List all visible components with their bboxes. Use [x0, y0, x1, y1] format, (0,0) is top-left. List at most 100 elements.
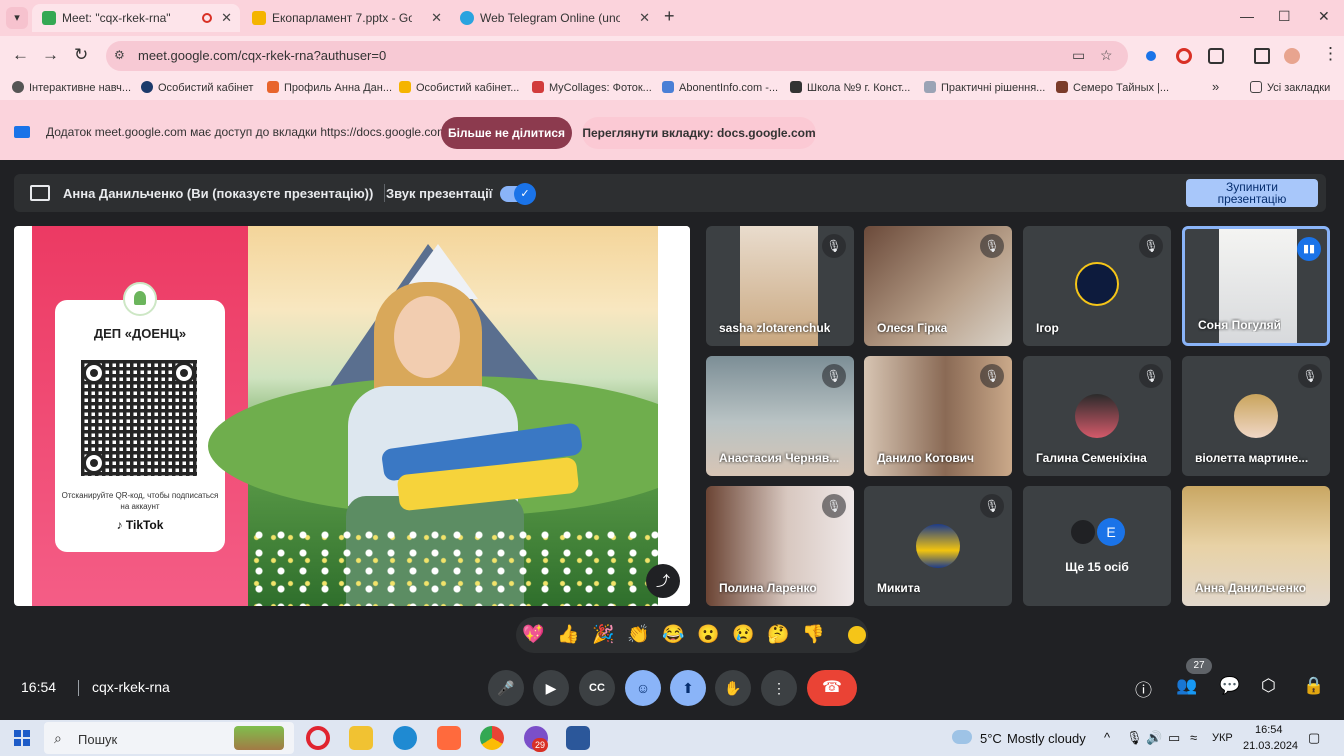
tray-mic-icon[interactable]: 🎙: [1126, 730, 1143, 746]
back-icon[interactable]: ←: [12, 45, 29, 65]
camera-button[interactable]: ▶: [533, 670, 569, 706]
opera-icon[interactable]: [1176, 48, 1192, 64]
maximize-button[interactable]: ☐: [1278, 8, 1291, 25]
close-window-button[interactable]: ✕: [1318, 8, 1330, 25]
bookmarks-overflow-icon[interactable]: »: [1212, 79, 1219, 94]
new-tab-button[interactable]: +: [664, 6, 675, 27]
tab-telegram[interactable]: Web Telegram Online (unoffici ✕: [450, 4, 658, 32]
reload-icon[interactable]: ↻: [74, 45, 88, 65]
taskbar-date[interactable]: 21.03.2024: [1243, 740, 1298, 752]
opera-icon[interactable]: [306, 726, 330, 750]
weather-desc[interactable]: Mostly cloudy: [1007, 731, 1086, 746]
bookmark-item[interactable]: Практичні рішення...: [924, 81, 1045, 94]
bookmark-item[interactable]: Особистий кабінет...: [399, 81, 519, 94]
edge-icon[interactable]: [393, 726, 417, 750]
reaction-laugh[interactable]: 😂: [662, 624, 684, 645]
presentation-sound-toggle[interactable]: ✓: [500, 183, 536, 205]
reaction-thumbs-up[interactable]: 👍: [557, 624, 579, 645]
word-icon[interactable]: [566, 726, 590, 750]
network-icon[interactable]: ▭: [1168, 730, 1180, 746]
more-participants-tile[interactable]: E Ще 15 осіб: [1023, 486, 1171, 606]
language-indicator[interactable]: УКР: [1212, 732, 1233, 744]
notifications-icon[interactable]: ▢: [1308, 730, 1320, 746]
reaction-party[interactable]: 🎉: [592, 624, 614, 645]
host-controls-icon[interactable]: 🔒: [1303, 676, 1324, 696]
address-bar[interactable]: ⚙ meet.google.com/cqx-rkek-rna?authuser=…: [106, 41, 1128, 71]
participant-tile[interactable]: 🎙 Микита: [864, 486, 1012, 606]
reaction-thumbs-down[interactable]: 👎: [802, 624, 824, 645]
close-icon[interactable]: ✕: [639, 4, 650, 32]
activities-icon[interactable]: ⬡: [1261, 676, 1276, 696]
reaction-sad[interactable]: 😢: [732, 624, 754, 645]
bookmark-item[interactable]: AbonentInfo.com -...: [662, 81, 778, 94]
windows-start-icon[interactable]: [14, 730, 30, 746]
reaction-heart[interactable]: 💖: [522, 624, 544, 645]
bookmark-star-icon[interactable]: ☆: [1100, 47, 1113, 64]
participant-tile[interactable]: 🎙 Галина Семеніхіна: [1023, 356, 1171, 476]
site-info-icon[interactable]: ⚙: [114, 48, 125, 62]
bookmark-item[interactable]: Особистий кабінет: [141, 81, 253, 94]
tray-chevron-icon[interactable]: ^: [1104, 730, 1110, 745]
tab-slides[interactable]: Екопарламент 7.pptx - Goo ✕: [242, 4, 450, 32]
file-explorer-icon[interactable]: [349, 726, 373, 750]
volume-icon[interactable]: 🔊: [1146, 730, 1162, 746]
stop-sharing-button[interactable]: Більше не ділитися: [441, 117, 572, 149]
more-options-button[interactable]: ⋮: [761, 670, 797, 706]
weather-temp[interactable]: 5°C: [980, 731, 1002, 746]
participant-tile[interactable]: 🎙 sasha zlotarenchuk: [706, 226, 854, 346]
reactions-button[interactable]: ☺: [625, 670, 661, 706]
participant-tile[interactable]: 🎙 Олеся Гірка: [864, 226, 1012, 346]
app-icon[interactable]: [437, 726, 461, 750]
tab-search-button[interactable]: ▾: [6, 7, 28, 29]
info-icon[interactable]: ⓘ: [1135, 676, 1152, 701]
extension-dot-icon[interactable]: [1146, 51, 1156, 61]
present-button[interactable]: ⬆: [670, 670, 706, 706]
stop-presenting-button[interactable]: Зупинити презентацію: [1186, 179, 1318, 207]
chrome-icon[interactable]: [480, 726, 504, 750]
profile-avatar[interactable]: [1284, 48, 1300, 64]
end-call-button[interactable]: ☎: [807, 670, 857, 706]
raise-hand-button[interactable]: ✋: [715, 670, 751, 706]
camera-icon[interactable]: ▭: [1072, 47, 1085, 64]
reaction-surprised[interactable]: 😮: [697, 624, 719, 645]
chat-icon[interactable]: 💬: [1219, 676, 1240, 696]
bookmark-item[interactable]: Школа №9 г. Конст...: [790, 81, 910, 94]
extensions-icon[interactable]: [1208, 48, 1224, 64]
bookmark-item[interactable]: Інтерактивне навч...: [12, 81, 131, 94]
participant-tile[interactable]: ▮▮ Соня Погуляй: [1182, 226, 1330, 346]
side-panel-icon[interactable]: [1254, 48, 1270, 64]
captions-button[interactable]: CC: [579, 670, 615, 706]
mic-off-icon: 🎙: [980, 364, 1004, 388]
participant-tile[interactable]: Анна Данильченко: [1182, 486, 1330, 606]
forward-icon[interactable]: →: [42, 45, 59, 65]
people-icon[interactable]: 👥: [1176, 676, 1197, 696]
bookmark-item[interactable]: Профиль Анна Дан...: [267, 81, 392, 94]
participant-name: віолетта мартине...: [1195, 451, 1309, 465]
view-tab-button[interactable]: Переглянути вкладку: docs.google.com: [582, 117, 816, 149]
skin-tone-icon[interactable]: [848, 626, 866, 644]
taskbar-time[interactable]: 16:54: [1255, 724, 1283, 736]
qr-code: [81, 360, 197, 476]
bookmark-item[interactable]: MyCollages: Фоток...: [532, 81, 652, 94]
bookmark-item[interactable]: Семеро Тайных |...: [1056, 81, 1169, 94]
share-icon[interactable]: ⤴: [646, 564, 680, 598]
participant-tile[interactable]: 🎙 Анастасия Черняв...: [706, 356, 854, 476]
all-bookmarks[interactable]: Усі закладки: [1250, 81, 1330, 94]
minimize-button[interactable]: —: [1240, 8, 1254, 24]
participant-tile[interactable]: 🎙 Данило Котович: [864, 356, 1012, 476]
close-icon[interactable]: ✕: [221, 4, 232, 32]
close-icon[interactable]: ✕: [431, 4, 442, 32]
microphone-button[interactable]: 🎤: [488, 670, 524, 706]
wifi-icon[interactable]: ≈: [1190, 730, 1197, 745]
mic-off-icon: 🎙: [980, 234, 1004, 258]
mic-off-icon: 🎙: [822, 234, 846, 258]
tab-meet[interactable]: Meet: "cqx-rkek-rna" ✕: [32, 4, 240, 32]
participant-tile[interactable]: 🎙 Полина Ларенко: [706, 486, 854, 606]
reaction-clap[interactable]: 👏: [627, 624, 649, 645]
reaction-thinking[interactable]: 🤔: [767, 624, 789, 645]
participant-tile[interactable]: 🎙 віолетта мартине...: [1182, 356, 1330, 476]
menu-icon[interactable]: ⋮: [1322, 44, 1339, 64]
recording-icon: [202, 13, 212, 23]
taskbar-search[interactable]: ⌕ Пошук: [44, 722, 294, 754]
participant-tile[interactable]: 🎙 Ігор: [1023, 226, 1171, 346]
